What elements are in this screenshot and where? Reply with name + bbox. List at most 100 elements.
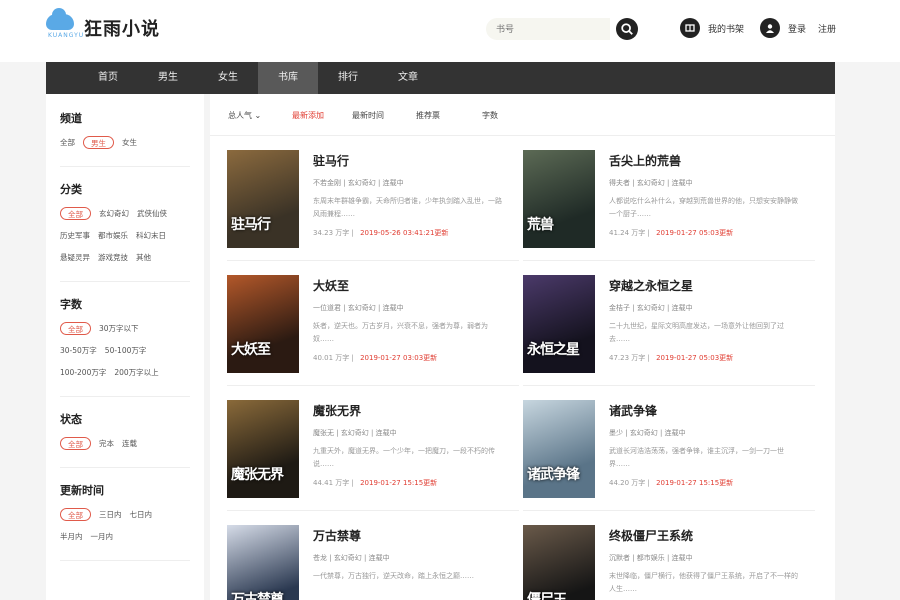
book-cover-image[interactable]: 荒兽	[523, 150, 595, 248]
book-title[interactable]: 舌尖上的荒兽	[609, 152, 681, 169]
book-cover-image[interactable]: 僵尸王	[523, 525, 595, 600]
search-icon	[621, 23, 633, 35]
book-title[interactable]: 驻马行	[313, 152, 349, 169]
book-card[interactable]: 大妖至 大妖至 一位道君 | 玄幻奇幻 | 连载中 妖者，逆天也。万古岁月，兴衰不息，…	[227, 275, 507, 375]
cover-title-art: 驻马行	[231, 217, 271, 233]
cover-title-art: 荒兽	[527, 217, 554, 233]
book-cover-image[interactable]: 永恒之星	[523, 275, 595, 373]
book-description: 二十九世纪，星际文明高度发达，一场意外让他回到了过去……	[609, 322, 784, 343]
sort-popularity-dropdown[interactable]: 总人气 ⌄	[228, 110, 261, 121]
book-title[interactable]: 诸武争锋	[609, 402, 657, 419]
search-button[interactable]	[616, 18, 638, 40]
nav-item-library[interactable]: 书库	[258, 62, 318, 94]
book-word-count: 44.41 万字	[313, 479, 350, 487]
search-input[interactable]	[486, 18, 610, 40]
book-title[interactable]: 魔张无界	[313, 402, 361, 419]
filter-sidebar: 频道 全部 男生 女生 分类 全部 玄幻奇幻 武侠仙侠 历史军事 都市娱乐 科幻…	[46, 94, 204, 600]
book-update-time: 2019-01-27 15:15更新	[656, 479, 734, 487]
book-meta: 得夫者 | 玄幻奇幻 | 连载中	[609, 179, 693, 187]
register-link[interactable]: 注册	[818, 22, 836, 35]
separator: |	[645, 479, 653, 487]
book-card[interactable]: 驻马行 驻马行 不若金刚 | 玄幻奇幻 | 连载中 东周末年群雄争霸，天命所归者谁，少…	[227, 150, 507, 250]
book-card[interactable]: 永恒之星 穿越之永恒之星 金桔子 | 玄幻奇幻 | 连载中 二十九世纪，星际文明高度发…	[523, 275, 803, 375]
filter-option[interactable]: 100-200万字	[60, 366, 106, 379]
filter-option[interactable]: 连载	[122, 437, 137, 450]
filter-option[interactable]: 30-50万字	[60, 344, 97, 357]
filter-option-selected[interactable]: 全部	[60, 207, 91, 220]
filter-group-wordcount: 字数 全部 30万字以下 30-50万字 50-100万字 100-200万字 …	[60, 296, 190, 397]
book-cover-image[interactable]: 驻马行	[227, 150, 299, 248]
book-card[interactable]: 僵尸王 终极僵尸王系统 沉默者 | 都市娱乐 | 连载中 末世降临，僵尸横行，他获得了…	[523, 525, 803, 600]
separator: |	[349, 354, 357, 362]
sort-word-count[interactable]: 字数	[482, 110, 498, 121]
book-description: 一代禁尊，万古独行，逆天改命，踏上永恒之巅……	[313, 572, 474, 580]
search-box	[486, 18, 638, 40]
filter-option[interactable]: 其他	[136, 251, 151, 264]
filter-option[interactable]: 游戏竞技	[98, 251, 128, 264]
row-divider	[523, 510, 815, 511]
filter-option[interactable]: 科幻末日	[136, 229, 166, 242]
cover-title-art: 魔张无界	[231, 467, 284, 483]
book-title[interactable]: 万古禁尊	[313, 527, 361, 544]
book-cover-image[interactable]: 诸武争锋	[523, 400, 595, 498]
filter-option-selected[interactable]: 全部	[60, 437, 91, 450]
filter-option[interactable]: 全部	[60, 136, 75, 149]
book-title[interactable]: 大妖至	[313, 277, 349, 294]
filter-option[interactable]: 50-100万字	[105, 344, 147, 357]
sort-newest-added[interactable]: 最新添加	[292, 110, 324, 121]
book-cover-image[interactable]: 万古禁尊	[227, 525, 299, 600]
book-title[interactable]: 终极僵尸王系统	[609, 527, 693, 544]
filter-option[interactable]: 武侠仙侠	[137, 207, 167, 220]
login-label: 登录	[788, 24, 807, 35]
cover-title-art: 永恒之星	[527, 342, 580, 358]
login-link[interactable]: 登录	[760, 18, 806, 38]
sort-recommend-votes[interactable]: 推荐票	[416, 110, 440, 121]
book-card[interactable]: 万古禁尊 万古禁尊 苍龙 | 玄幻奇幻 | 连载中 一代禁尊，万古独行，逆天改命，踏上…	[227, 525, 507, 600]
book-update-time: 2019-01-27 03:03更新	[360, 354, 438, 362]
filter-option[interactable]: 半月内	[60, 530, 83, 543]
bookshelf-label: 我的书架	[708, 24, 745, 35]
book-update-time: 2019-05-26 03:41:21更新	[360, 229, 449, 237]
row-divider	[227, 260, 519, 261]
bookshelf-link[interactable]: 我的书架	[680, 18, 744, 38]
filter-option-selected[interactable]: 全部	[60, 508, 91, 521]
book-description: 人都说吃什么补什么，穿越到荒兽世界的他，只想安安静静做一个厨子……	[609, 197, 798, 218]
filter-option[interactable]: 都市娱乐	[98, 229, 128, 242]
book-card[interactable]: 诸武争锋 诸武争锋 墨少 | 玄幻奇幻 | 连载中 武道长河浩浩荡荡，强者争锋，谁主沉…	[523, 400, 803, 500]
nav-item-female[interactable]: 女生	[198, 62, 258, 94]
row-divider	[227, 385, 519, 386]
cover-title-art: 大妖至	[231, 342, 271, 358]
sort-latest-time[interactable]: 最新时间	[352, 110, 384, 121]
filter-option[interactable]: 一月内	[91, 530, 114, 543]
filter-option[interactable]: 历史军事	[60, 229, 90, 242]
book-cover-image[interactable]: 大妖至	[227, 275, 299, 373]
site-logo[interactable]: KUANGYU 狂雨小说	[46, 8, 160, 44]
filter-option[interactable]: 七日内	[130, 508, 153, 521]
filter-option[interactable]: 悬疑灵异	[60, 251, 90, 264]
book-title[interactable]: 穿越之永恒之星	[609, 277, 693, 294]
user-icon	[760, 18, 780, 38]
nav-item-ranking[interactable]: 排行	[318, 62, 378, 94]
nav-item-articles[interactable]: 文章	[378, 62, 438, 94]
filter-option[interactable]: 完本	[99, 437, 114, 450]
nav-item-home[interactable]: 首页	[78, 62, 138, 94]
book-cover-image[interactable]: 魔张无界	[227, 400, 299, 498]
book-update-time: 2019-01-27 05:03更新	[656, 354, 734, 362]
filter-option[interactable]: 玄幻奇幻	[99, 207, 129, 220]
book-description: 武道长河浩浩荡荡，强者争锋，谁主沉浮，一剑一刀一世界……	[609, 447, 784, 468]
book-card[interactable]: 荒兽 舌尖上的荒兽得夫者 | 玄幻奇幻 | 连载中人都说吃什么补什么，穿越到荒兽世…	[523, 150, 803, 250]
book-card[interactable]: 魔张无界 魔张无界 魔张无 | 玄幻奇幻 | 连载中 九重天外，魔道无界。一个少年，一…	[227, 400, 507, 500]
site-header: KUANGYU 狂雨小说 我的书架 登录 注册	[0, 0, 900, 62]
filter-option[interactable]: 三日内	[99, 508, 122, 521]
cover-title-art: 僵尸王	[527, 592, 567, 600]
filter-option-selected[interactable]: 男生	[83, 136, 114, 149]
nav-item-male[interactable]: 男生	[138, 62, 198, 94]
filter-option[interactable]: 30万字以下	[99, 322, 139, 335]
filter-title: 分类	[60, 183, 82, 196]
filter-option[interactable]: 女生	[122, 136, 137, 149]
filter-option-selected[interactable]: 全部	[60, 322, 91, 335]
site-name: 狂雨小说	[84, 19, 160, 40]
book-footer: 44.41 万字 | 2019-01-27 15:15更新	[313, 478, 437, 488]
filter-option[interactable]: 200万字以上	[114, 366, 158, 379]
book-meta: 魔张无 | 玄幻奇幻 | 连载中	[313, 429, 397, 437]
